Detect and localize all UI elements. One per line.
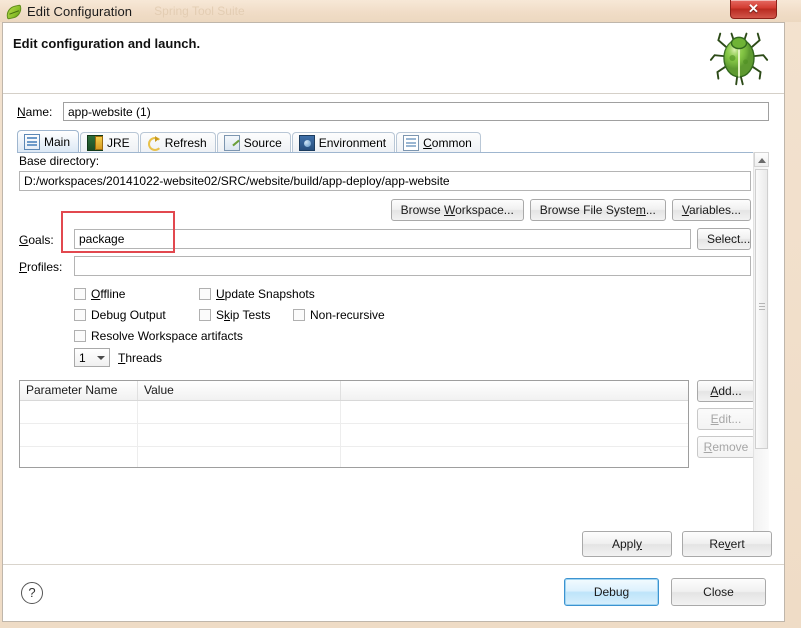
edit-configuration-dialog: Edit configuration and launch. Name: app…: [2, 22, 785, 622]
debug-button[interactable]: Debug: [564, 578, 659, 606]
apply-button[interactable]: Apply: [582, 531, 672, 557]
checkbox-debug-output-box[interactable]: [74, 308, 86, 321]
dialog-header-title: Edit configuration and launch.: [13, 36, 201, 51]
goals-label: Goals:: [19, 233, 54, 247]
configuration-tabs: Main JRE Refresh Source Environment Comm…: [17, 130, 769, 153]
profiles-label: Profiles:: [19, 260, 63, 274]
dialog-footer: ? Debug Close: [3, 564, 784, 621]
checkbox-non-recursive[interactable]: Non-recursive: [293, 308, 385, 322]
checkbox-skip-tests-box[interactable]: [199, 308, 211, 321]
checkbox-resolve-workspace-artifacts[interactable]: Resolve Workspace artifacts: [74, 329, 243, 343]
base-directory-label: Base directory:: [19, 154, 100, 168]
tab-common[interactable]: Common: [396, 132, 481, 152]
dialog-header: Edit configuration and launch.: [3, 23, 784, 94]
tab-refresh[interactable]: Refresh: [139, 132, 216, 152]
parameter-table[interactable]: Parameter Name Value: [19, 380, 689, 468]
tab-environment-label: Environment: [318, 135, 387, 150]
threads-row: 1 Threads: [74, 348, 162, 367]
checkbox-update-snapshots[interactable]: Update Snapshots: [199, 287, 315, 301]
jre-tab-icon: [87, 134, 104, 151]
common-tab-icon: [403, 134, 420, 151]
goals-input[interactable]: [74, 229, 691, 249]
environment-tab-icon: [298, 134, 315, 151]
goals-select-button[interactable]: Select...: [697, 228, 751, 250]
main-tab-icon: [24, 133, 40, 150]
revert-button[interactable]: Revert: [682, 531, 772, 557]
edit-parameter-button: Edit...: [697, 408, 755, 430]
table-row[interactable]: [20, 401, 688, 424]
checkbox-non-recursive-box[interactable]: [293, 308, 305, 321]
window-title-bar: Edit Configuration Spring Tool Suite ✕: [0, 0, 801, 22]
main-tab-panel: Base directory: Browse Workspace... Brow…: [17, 152, 769, 555]
tab-environment[interactable]: Environment: [291, 132, 396, 152]
checkbox-debug-output[interactable]: Debug Output: [74, 308, 199, 322]
help-icon[interactable]: ?: [21, 582, 43, 604]
main-tab-panel-inner: Base directory: Browse Workspace... Brow…: [17, 152, 755, 555]
column-header-parameter-name: Parameter Name: [20, 381, 138, 400]
threads-dropdown[interactable]: 1: [74, 348, 110, 367]
browse-workspace-button[interactable]: Browse Workspace...: [390, 199, 524, 221]
checkbox-resolve-workspace-artifacts-box[interactable]: [74, 329, 86, 342]
bug-icon: [709, 32, 769, 86]
source-tab-icon: [223, 134, 240, 151]
configuration-name-row: Name:: [17, 102, 769, 121]
checkbox-update-snapshots-label: Update Snapshots: [216, 286, 315, 301]
checkbox-non-recursive-label: Non-recursive: [310, 307, 385, 322]
checkbox-skip-tests-label: Skip Tests: [216, 307, 271, 322]
tab-main-label: Main: [44, 134, 71, 149]
checkbox-offline-label: Offline: [91, 286, 126, 301]
window-ghost-title: Spring Tool Suite: [154, 4, 245, 18]
options-row-1: Offline Update Snapshots: [74, 283, 634, 304]
window-controls: ✕: [730, 0, 777, 19]
table-row[interactable]: [20, 424, 688, 447]
close-button[interactable]: Close: [671, 578, 766, 606]
tab-source-label: Source: [243, 135, 282, 150]
configuration-name-label: Name:: [17, 104, 53, 119]
base-directory-input[interactable]: [19, 171, 751, 191]
tab-source[interactable]: Source: [216, 132, 291, 152]
footer-buttons: Debug Close: [564, 578, 766, 606]
checkbox-update-snapshots-box[interactable]: [199, 287, 211, 300]
checkbox-debug-output-label: Debug Output: [91, 307, 166, 322]
checkbox-resolve-workspace-artifacts-label: Resolve Workspace artifacts: [91, 328, 243, 343]
close-window-button[interactable]: ✕: [730, 0, 777, 19]
panel-scrollbar[interactable]: [753, 152, 769, 555]
tab-jre[interactable]: JRE: [80, 132, 139, 152]
variables-button[interactable]: Variables...: [671, 199, 751, 221]
threads-label: Threads: [118, 350, 163, 365]
apply-revert-buttons: Apply Revert: [582, 531, 772, 557]
base-directory-buttons: Browse Workspace... Browse File System..…: [19, 199, 751, 221]
refresh-tab-icon: [147, 135, 162, 151]
parameter-table-header: Parameter Name Value: [20, 381, 688, 401]
build-options-group: Offline Update Snapshots Debug Output Sk…: [74, 283, 634, 346]
parameter-table-buttons: Add... Edit... Remove: [697, 380, 757, 458]
application-window: Edit Configuration Spring Tool Suite ✕ E…: [0, 0, 801, 628]
remove-parameter-button: Remove: [697, 436, 755, 458]
checkbox-skip-tests[interactable]: Skip Tests: [199, 308, 293, 322]
column-header-extra: [341, 381, 688, 400]
profiles-input[interactable]: [74, 256, 751, 276]
checkbox-offline-box[interactable]: [74, 287, 86, 300]
dialog-content: Name: Main JRE Refresh: [3, 94, 784, 565]
configuration-name-input[interactable]: [63, 102, 769, 121]
threads-value: 1: [79, 350, 86, 365]
options-row-2: Debug Output Skip Tests Non-recursive: [74, 304, 634, 325]
tab-refresh-label: Refresh: [164, 135, 207, 150]
tab-common-label: Common: [423, 135, 472, 150]
column-header-value: Value: [138, 381, 341, 400]
checkbox-offline[interactable]: Offline: [74, 287, 199, 301]
tab-main[interactable]: Main: [17, 130, 80, 152]
scrollbar-thumb[interactable]: [755, 169, 768, 449]
scroll-up-button[interactable]: [754, 152, 769, 167]
add-parameter-button[interactable]: Add...: [697, 380, 755, 402]
tab-jre-label: JRE: [107, 135, 130, 150]
table-row[interactable]: [20, 447, 688, 467]
window-title: Edit Configuration: [27, 3, 133, 19]
leaf-icon: [4, 3, 24, 20]
chevron-down-icon: [97, 356, 105, 360]
browse-file-system-button[interactable]: Browse File System...: [529, 199, 666, 221]
options-row-3: Resolve Workspace artifacts: [74, 325, 634, 346]
